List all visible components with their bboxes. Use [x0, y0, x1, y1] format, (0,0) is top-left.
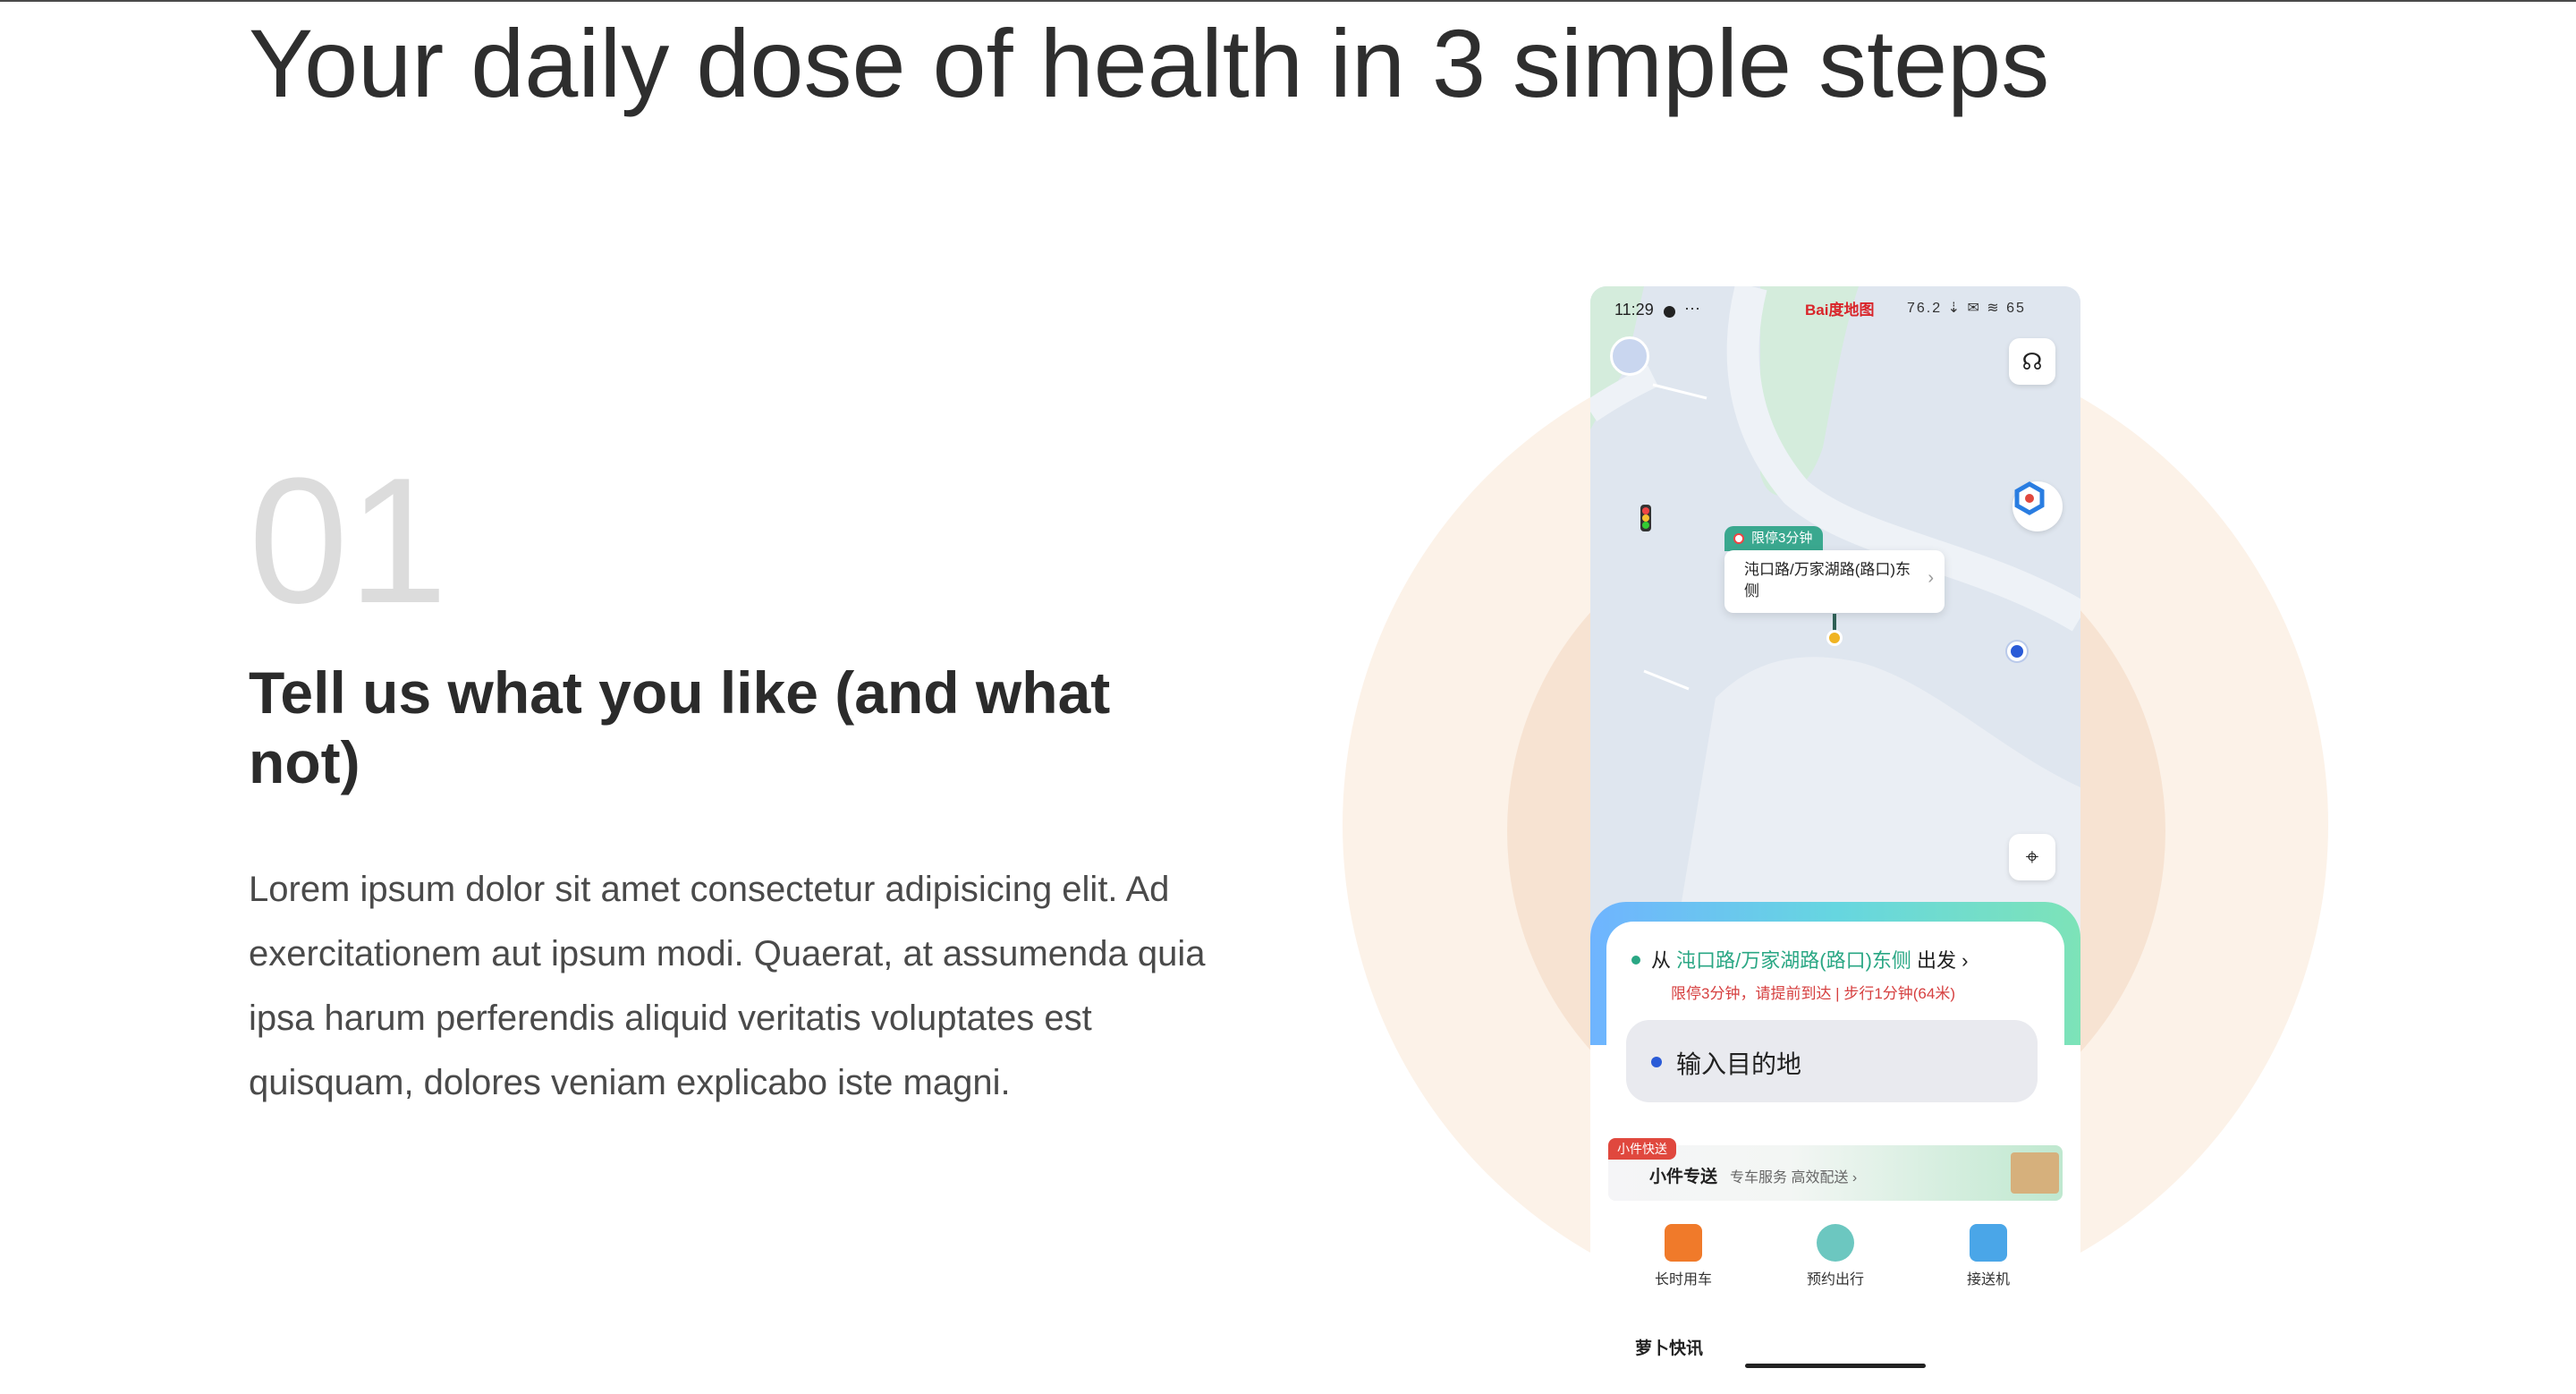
step-number: 01	[249, 441, 448, 641]
origin-prefix: 从	[1651, 949, 1672, 972]
pickup-pin-icon	[1826, 630, 1843, 646]
step-description: Lorem ipsum dolor sit amet consectetur a…	[249, 870, 1206, 1102]
map-view[interactable]: 11:29 ··· Bai度地图 76.2 ⇣ ✉ ≋ 65 ☊ ⌖ 限停3分钟	[1590, 286, 2080, 966]
headset-icon: ☊	[2021, 347, 2043, 375]
home-indicator[interactable]	[1745, 1364, 1926, 1368]
plane-icon	[1970, 1224, 2007, 1262]
status-time: 11:29	[1614, 301, 1654, 319]
status-icons: 76.2 ⇣ ✉ ≋ 65	[1907, 301, 2026, 316]
status-bar: 11:29 ··· Bai度地图 76.2 ⇣ ✉ ≋ 65	[1590, 299, 2080, 326]
promo-title: 小件专送	[1649, 1168, 1718, 1186]
service-long-rental[interactable]: 长时用车	[1639, 1224, 1728, 1288]
express-delivery-banner[interactable]: 小件快送 小件专送 专车服务 高效配送 ›	[1608, 1138, 2063, 1201]
destination-dot-icon	[1651, 1057, 1662, 1067]
service-airport-transfer[interactable]: 接送机	[1944, 1224, 2033, 1288]
step-title: Tell us what you like (and what not)	[249, 659, 1111, 795]
destination-placeholder: 输入目的地	[1676, 1050, 1802, 1078]
page-headline: Your daily dose of health in 3 simple st…	[249, 9, 2050, 117]
service-label: 长时用车	[1654, 1272, 1712, 1288]
service-scheduled-trip[interactable]: 预约出行	[1791, 1224, 1880, 1288]
user-location-icon	[2007, 642, 2027, 661]
service-label: 接送机	[1966, 1272, 2010, 1288]
more-dots-icon: ···	[1684, 299, 1700, 317]
crosshair-icon: ⌖	[2025, 843, 2039, 870]
service-label: 预约出行	[1806, 1272, 1864, 1288]
clock-icon	[1817, 1224, 1854, 1262]
promo-badge: 小件快送	[1608, 1138, 1676, 1160]
origin-place: 沌口路/万家湖路(路口)东侧	[1676, 949, 1911, 972]
car-rental-icon	[1665, 1224, 1702, 1262]
hexagon-icon	[2014, 481, 2045, 515]
avatar[interactable]	[1610, 336, 1649, 376]
news-section-title: 萝卜快讯	[1635, 1339, 1704, 1358]
origin-dot-icon	[1631, 956, 1640, 965]
traffic-light-icon	[1640, 505, 1651, 531]
trip-panel: 从 沌口路/万家湖路(路口)东侧 出发 › 限停3分钟，请提前到达 | 步行1分…	[1606, 922, 2064, 1126]
layers-button[interactable]	[2012, 481, 2063, 531]
package-icon	[2011, 1152, 2059, 1194]
recording-dot-icon	[1664, 306, 1675, 318]
chevron-right-icon: ›	[1928, 568, 1934, 588]
destination-input[interactable]: 输入目的地	[1626, 1020, 2038, 1102]
origin-suffix: 出发 ›	[1917, 949, 1969, 972]
parking-limit-tag: 限停3分钟	[1724, 526, 1824, 551]
baidu-map-logo: Bai度地图	[1805, 302, 1875, 319]
origin-note: 限停3分钟，请提前到达 | 步行1分钟(64米)	[1671, 985, 1956, 1002]
top-divider	[0, 0, 2576, 2]
promo-subtitle: 专车服务 高效配送 ›	[1730, 1170, 1858, 1186]
customer-service-button[interactable]: ☊	[2009, 338, 2055, 385]
locate-button[interactable]: ⌖	[2009, 834, 2055, 880]
pickup-point-card[interactable]: 沌口路/万家湖路(路口)东侧 ›	[1724, 550, 1945, 613]
pickup-point-label: 沌口路/万家湖路(路口)东侧	[1744, 561, 1911, 599]
phone-mockup: 11:29 ··· Bai度地图 76.2 ⇣ ✉ ≋ 65 ☊ ⌖ 限停3分钟	[1590, 286, 2080, 1394]
origin-row[interactable]: 从 沌口路/万家湖路(路口)东侧 出发 ›	[1651, 945, 1968, 973]
